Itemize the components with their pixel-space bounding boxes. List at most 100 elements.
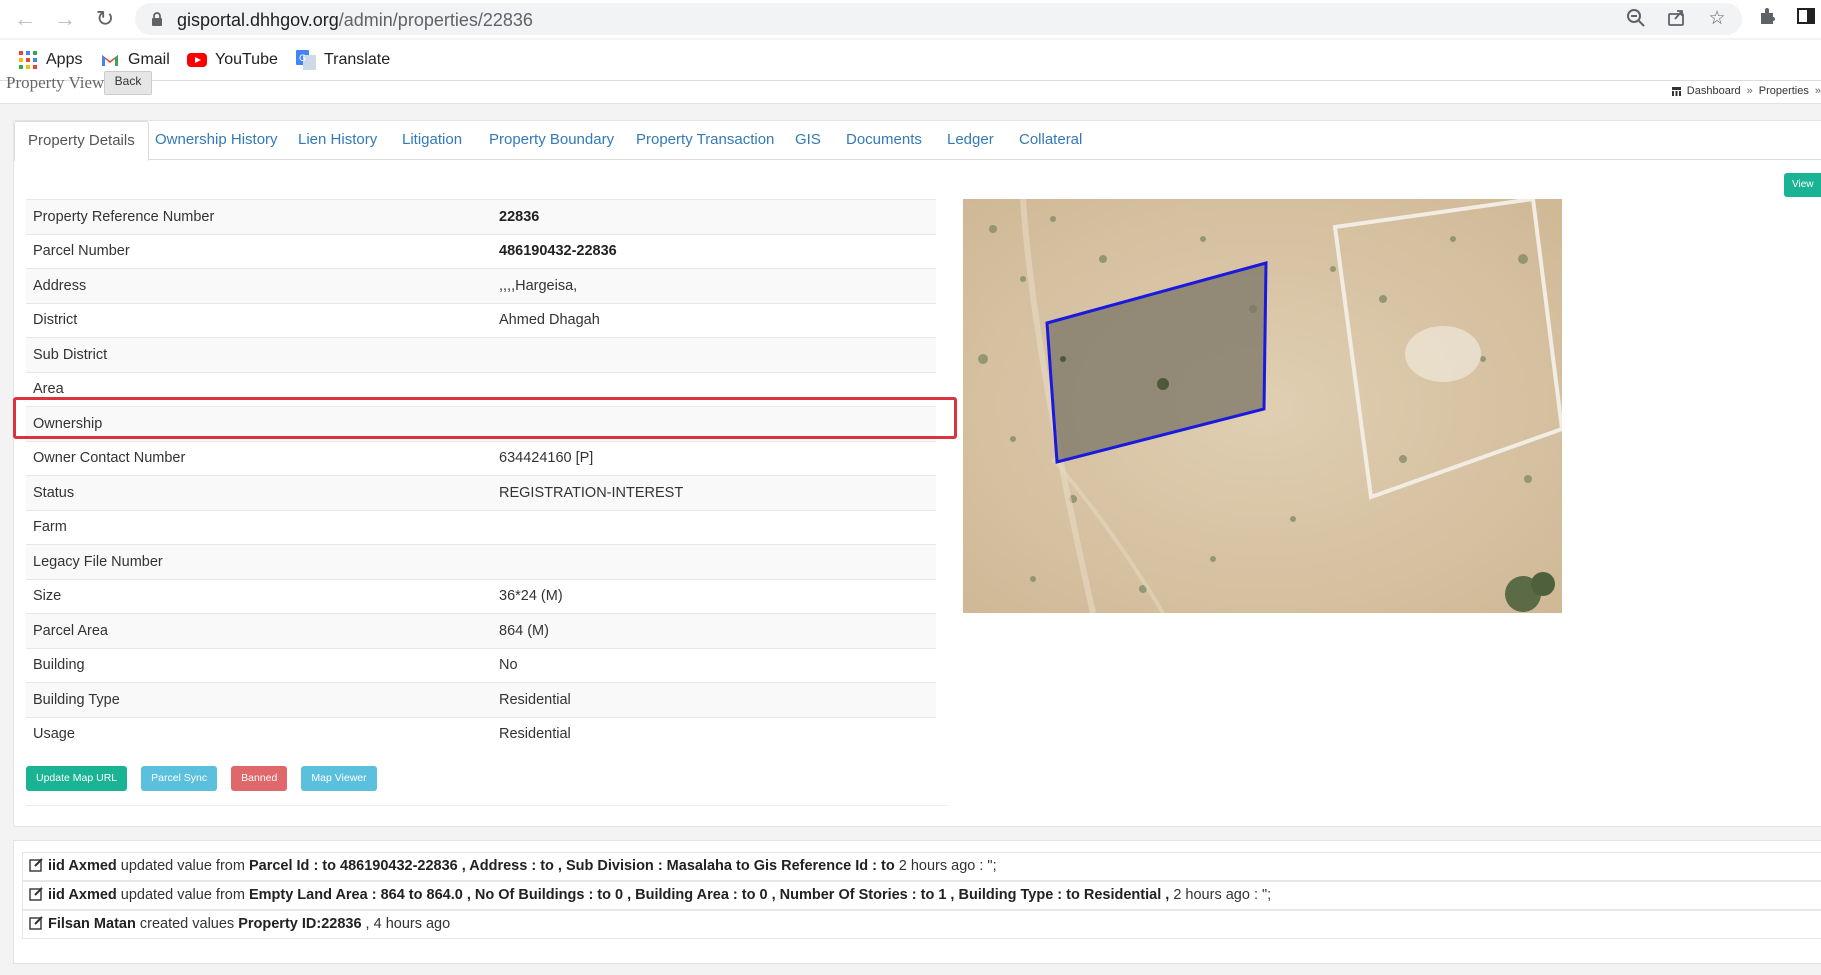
zoom-icon[interactable]	[1625, 8, 1647, 30]
table-row: Usage Residential	[26, 716, 936, 751]
address-bar[interactable]: gisportal.dhhgov.org/admin/properties/22…	[135, 3, 1742, 35]
satellite-image	[963, 199, 1562, 613]
log-detail: Empty Land Area : 864 to 864.0 , No Of B…	[248, 887, 1170, 903]
log-action: updated value from	[120, 858, 245, 874]
back-arrow-icon[interactable]: ←	[12, 6, 38, 32]
detail-value: Residential	[492, 682, 936, 717]
bookmark-gmail[interactable]: Gmail	[100, 50, 170, 70]
property-details-table: Property Reference Number 22836 Parcel Nu…	[26, 199, 936, 751]
bookmark-apps[interactable]: Apps	[18, 50, 82, 70]
apps-grid-icon	[19, 51, 37, 69]
detail-label: Status	[26, 475, 492, 510]
bookmark-label: Apps	[46, 51, 83, 68]
tab-ledger[interactable]: Ledger	[947, 131, 994, 148]
svg-text:G: G	[299, 54, 306, 64]
log-action: updated value from	[120, 887, 245, 903]
tab-bar: Property Details Ownership History Lien …	[14, 121, 1821, 161]
detail-label: Farm	[26, 509, 492, 545]
page-title: Property View	[6, 73, 105, 92]
table-row: Building Type Residential	[26, 682, 936, 717]
detail-label: Property Reference Number	[26, 199, 492, 234]
property-card: Property Details Ownership History Lien …	[13, 120, 1821, 827]
breadcrumb-separator: »	[1814, 85, 1821, 97]
table-row: Status REGISTRATION-INTEREST	[26, 475, 936, 510]
bookmark-translate[interactable]: G Translate	[296, 50, 390, 70]
tab-property-boundary[interactable]: Property Boundary	[489, 131, 614, 148]
table-row: Sub District	[26, 337, 936, 372]
tab-gis[interactable]: GIS	[795, 131, 821, 148]
tab-collateral[interactable]: Collateral	[1019, 131, 1082, 148]
tab-property-transaction[interactable]: Property Transaction	[636, 131, 774, 148]
detail-label: Legacy File Number	[26, 544, 492, 579]
table-row: Parcel Area 864 (M)	[26, 613, 936, 648]
detail-label: Owner Contact Number	[26, 440, 492, 476]
bookmark-label: YouTube	[215, 51, 278, 68]
log-user: iid Axmed	[48, 858, 117, 874]
detail-value	[492, 337, 936, 372]
star-icon[interactable]: ☆	[1706, 8, 1728, 30]
log-detail: Parcel Id : to 486190432-22836 , Address…	[248, 858, 895, 874]
table-row: Farm	[26, 509, 936, 545]
detail-label: Building Type	[26, 682, 492, 717]
log-action: created values	[139, 916, 235, 932]
detail-value: Ahmed Dhagah	[492, 302, 936, 338]
side-panel-icon[interactable]	[1793, 6, 1819, 32]
table-row: Building No	[26, 647, 936, 683]
map-viewer-button[interactable]: Map Viewer	[301, 766, 377, 791]
table-row: Owner Contact Number 634424160 [P]	[26, 440, 936, 476]
banned-button[interactable]: Banned	[231, 766, 288, 791]
detail-label: Usage	[26, 716, 492, 751]
edit-icon	[29, 858, 43, 872]
ownership-highlight-box	[13, 397, 957, 439]
log-entry: Filsan Matan created values Property ID:…	[22, 910, 1821, 939]
detail-value	[492, 544, 936, 579]
view-button[interactable]: View	[1784, 173, 1821, 197]
tab-litigation[interactable]: Litigation	[402, 131, 462, 148]
bookmarks-bar: Apps Gmail YouTube G Translate	[0, 40, 1821, 81]
lock-icon	[152, 12, 162, 26]
detail-label: Sub District	[26, 337, 492, 372]
back-button[interactable]: Back	[104, 71, 152, 95]
tab-ownership-history[interactable]: Ownership History	[155, 131, 278, 148]
share-icon[interactable]	[1665, 8, 1687, 30]
detail-value: REGISTRATION-INTEREST	[492, 475, 936, 510]
extensions-icon[interactable]	[1754, 6, 1780, 32]
log-entry: iid Axmed updated value from Empty Land …	[22, 881, 1821, 910]
dashboard-icon	[1671, 86, 1681, 96]
log-time: , 4 hours ago	[365, 916, 451, 932]
action-buttons: Update Map URL Parcel Sync Banned Map Vi…	[26, 766, 377, 791]
detail-label: Size	[26, 578, 492, 614]
log-time: 2 hours ago : ";	[898, 858, 997, 874]
tab-lien-history[interactable]: Lien History	[298, 131, 377, 148]
parcel-satellite-map[interactable]	[963, 199, 1562, 613]
detail-value: No	[492, 647, 936, 683]
bookmark-label: Gmail	[128, 51, 170, 68]
translate-icon: G	[296, 50, 316, 70]
detail-value: 486190432-22836	[492, 233, 936, 269]
table-row: District Ahmed Dhagah	[26, 302, 936, 338]
edit-icon	[29, 887, 43, 901]
browser-toolbar: ← → ↻ gisportal.dhhgov.org/admin/propert…	[0, 0, 1821, 38]
detail-value: 22836	[492, 199, 936, 234]
detail-value: 864 (M)	[492, 613, 936, 648]
bookmark-youtube[interactable]: YouTube	[187, 50, 278, 70]
breadcrumb-properties[interactable]: Properties	[1759, 85, 1809, 97]
bookmark-label: Translate	[324, 51, 391, 68]
breadcrumb: Dashboard » Properties »	[1671, 85, 1821, 97]
edit-icon	[29, 916, 43, 930]
detail-value: ,,,,Hargeisa,	[492, 268, 936, 303]
table-row: Property Reference Number 22836	[26, 199, 936, 234]
update-map-url-button[interactable]: Update Map URL	[26, 766, 128, 791]
detail-label: District	[26, 302, 492, 338]
tab-property-details[interactable]: Property Details	[14, 121, 149, 161]
reload-icon[interactable]: ↻	[92, 6, 118, 32]
gmail-icon	[102, 55, 118, 66]
detail-label: Building	[26, 647, 492, 683]
tab-documents[interactable]: Documents	[846, 131, 922, 148]
detail-label: Parcel Number	[26, 233, 492, 269]
url-text: gisportal.dhhgov.org/admin/properties/22…	[177, 10, 533, 30]
breadcrumb-dashboard[interactable]: Dashboard	[1687, 85, 1741, 97]
table-row: Legacy File Number	[26, 544, 936, 579]
parcel-sync-button[interactable]: Parcel Sync	[141, 766, 218, 791]
forward-arrow-icon[interactable]: →	[52, 6, 78, 32]
